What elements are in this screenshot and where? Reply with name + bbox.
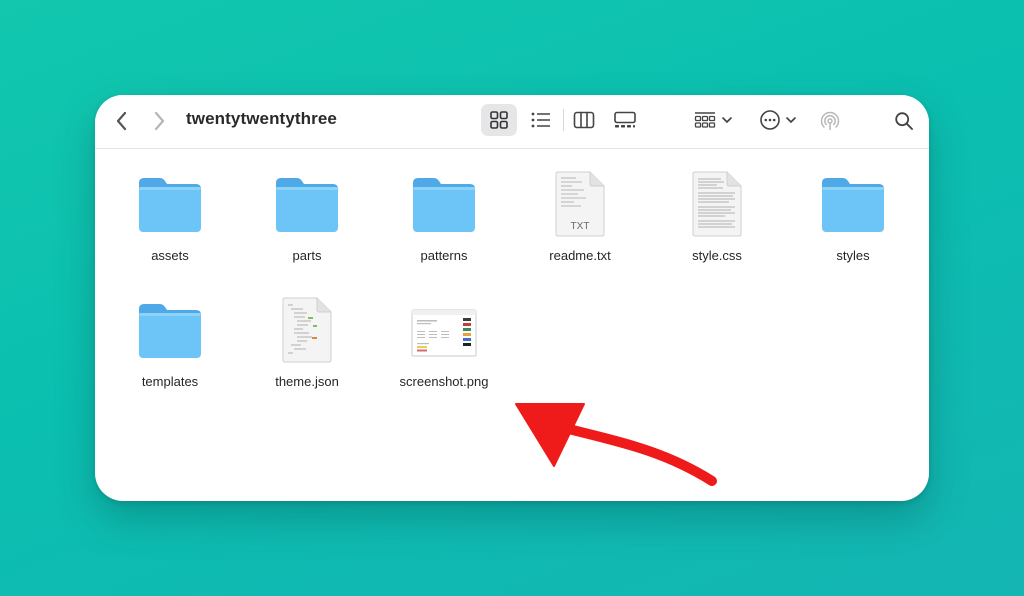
toolbar: twentytwentythree [95, 95, 929, 149]
gallery-view-icon [614, 111, 636, 128]
chevron-down-icon [721, 117, 732, 123]
file-grid: assets parts patterns TXT readme.txt sty… [95, 149, 929, 501]
ellipsis-circle-icon [760, 110, 780, 130]
file-name: patterns [420, 248, 468, 263]
toolbar-divider [563, 109, 564, 131]
folder-icon [139, 304, 201, 358]
folder-item[interactable]: patterns [376, 175, 512, 275]
file-name: readme.txt [549, 248, 611, 263]
search-icon [895, 112, 913, 130]
desktop: { "window": { "title": "twentytwentythre… [0, 0, 1024, 596]
file-name: screenshot.png [399, 374, 489, 389]
chevron-left-icon [116, 111, 127, 131]
image-item[interactable]: screenshot.png [376, 309, 512, 401]
file-name: assets [151, 248, 189, 263]
document-item[interactable]: TXT readme.txt [512, 171, 648, 275]
folder-icon [822, 178, 884, 232]
folder-icon [413, 178, 475, 232]
folder-item[interactable]: styles [785, 175, 921, 275]
chevron-right-icon [154, 111, 165, 131]
list-view-button[interactable] [523, 104, 559, 136]
column-view-button[interactable] [566, 104, 602, 136]
back-button[interactable] [109, 108, 135, 134]
file-name: style.css [692, 248, 742, 263]
list-view-icon [531, 112, 550, 128]
image-thumbnail-icon [411, 309, 477, 357]
gallery-view-button[interactable] [607, 104, 643, 136]
search-button[interactable] [889, 106, 919, 136]
chevron-down-icon [786, 117, 796, 123]
file-name: parts [292, 248, 322, 263]
airdrop-button[interactable] [815, 106, 845, 136]
group-by-icon [694, 112, 715, 128]
finder-window: twentytwentythree assets parts patterns … [95, 95, 929, 501]
forward-button[interactable] [146, 108, 172, 134]
airdrop-icon [820, 111, 840, 130]
document-item[interactable]: theme.json [239, 297, 375, 401]
file-name: templates [141, 374, 199, 389]
file-name: styles [836, 248, 870, 263]
icon-view-button[interactable] [481, 104, 517, 136]
folder-icon [139, 178, 201, 232]
folder-item[interactable]: parts [239, 175, 375, 275]
json-document-icon [282, 297, 332, 363]
text-document-icon [692, 171, 742, 237]
group-by-button[interactable] [689, 104, 737, 136]
column-view-icon [573, 111, 595, 129]
folder-icon [276, 178, 338, 232]
folder-item[interactable]: templates [102, 301, 238, 401]
window-title: twentytwentythree [186, 109, 337, 128]
file-type-badge: TXT [570, 221, 590, 232]
file-name: theme.json [275, 374, 339, 389]
actions-button[interactable] [755, 104, 801, 136]
icon-view-icon [490, 111, 508, 129]
document-item[interactable]: style.css [649, 171, 785, 275]
folder-item[interactable]: assets [102, 175, 238, 275]
